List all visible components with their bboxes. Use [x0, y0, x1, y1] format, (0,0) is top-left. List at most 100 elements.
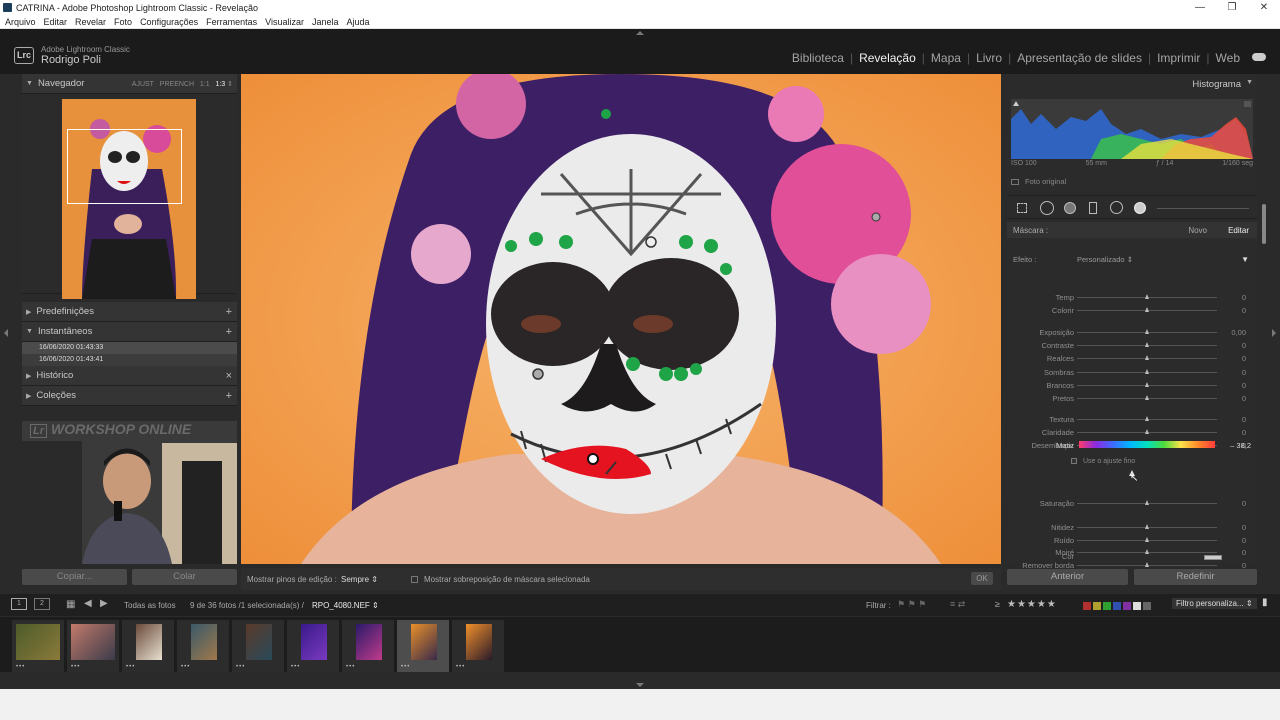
top-panel-toggle-icon[interactable]: [636, 31, 644, 35]
slider-knob[interactable]: [1144, 537, 1149, 542]
original-photo-toggle[interactable]: Foto original: [1011, 177, 1066, 186]
snapshot-item[interactable]: 16/06/2020 01:43:33: [22, 342, 237, 354]
slider-ruido[interactable]: Ruído 0: [1007, 536, 1252, 546]
edit-filter-icons[interactable]: ≡ ⇄: [950, 599, 965, 610]
radial-filter-icon[interactable]: [1110, 201, 1123, 214]
navigator-zoom-rect[interactable]: [67, 129, 182, 204]
filmstrip-thumbnail[interactable]: •••: [67, 620, 119, 672]
color-label-swatch[interactable]: [1143, 602, 1151, 610]
module-livro[interactable]: Livro: [976, 51, 1002, 65]
previous-button[interactable]: Anterior: [1007, 569, 1128, 585]
ok-button[interactable]: OK: [971, 572, 993, 585]
filter-preset-select[interactable]: Filtro personaliza... ⇕: [1172, 598, 1257, 609]
slider-knob[interactable]: [1144, 329, 1149, 334]
cloud-sync-icon[interactable]: [1252, 53, 1266, 61]
module-imprimir[interactable]: Imprimir: [1157, 51, 1200, 65]
menu-configuracoes[interactable]: Configurações: [140, 17, 198, 27]
slider-value[interactable]: 0: [1242, 293, 1246, 302]
slider-value[interactable]: 0: [1242, 499, 1246, 508]
zoom-fit[interactable]: AJUST: [132, 81, 154, 88]
color-swatch[interactable]: [1204, 555, 1222, 560]
checkbox-icon[interactable]: [411, 576, 418, 584]
adjustment-brush-icon[interactable]: [1134, 202, 1146, 214]
add-snapshot-icon[interactable]: +: [226, 326, 232, 338]
close-button[interactable]: ✕: [1248, 0, 1280, 15]
mask-new-button[interactable]: Novo: [1188, 226, 1207, 235]
color-label-swatch[interactable]: [1113, 602, 1121, 610]
slider-value[interactable]: 0: [1242, 415, 1246, 424]
zoom-1-1[interactable]: 1:1: [200, 81, 210, 88]
source-label[interactable]: Todas as fotos: [124, 601, 176, 610]
slider-saturacao[interactable]: Saturação 0: [1007, 499, 1252, 509]
graduated-filter-icon[interactable]: [1089, 202, 1097, 214]
flag-filter-icons[interactable]: ⚑ ⚑ ⚑: [897, 599, 926, 610]
zoom-fill[interactable]: PREENCH: [160, 81, 194, 88]
slider-knob[interactable]: [1144, 342, 1149, 347]
slider-value[interactable]: 0: [1242, 381, 1246, 390]
slider-value[interactable]: 0: [1242, 394, 1246, 403]
mask-overlay-toggle[interactable]: Mostrar sobreposição de máscara selecion…: [411, 575, 590, 584]
menu-visualizar[interactable]: Visualizar: [265, 17, 304, 27]
slider-value[interactable]: 0: [1242, 536, 1246, 545]
slider-value[interactable]: 0: [1242, 341, 1246, 350]
filmstrip-thumbnail[interactable]: •••: [342, 620, 394, 672]
zoom-1-3[interactable]: 1:3: [215, 81, 225, 88]
slider-claridade[interactable]: Claridade 0: [1007, 428, 1252, 438]
snapshot-item[interactable]: 16/06/2020 01:43:41: [22, 354, 237, 366]
paste-settings-button[interactable]: Colar: [132, 569, 237, 585]
highlight-clip-icon[interactable]: [1244, 101, 1251, 107]
snapshots-header[interactable]: ▼ Instantâneos +: [22, 322, 237, 342]
filter-lock-icon[interactable]: ▮: [1262, 597, 1268, 608]
slider-knob[interactable]: [1144, 369, 1149, 374]
color-label-swatch[interactable]: [1133, 602, 1141, 610]
rating-operator[interactable]: ≥: [995, 599, 1000, 609]
slider-textura[interactable]: Textura 0: [1007, 415, 1252, 425]
clear-history-icon[interactable]: ×: [226, 370, 232, 382]
slider-value[interactable]: 0: [1242, 368, 1246, 377]
back-arrow-icon[interactable]: ◀: [84, 598, 92, 609]
slider-brancos[interactable]: Brancos 0: [1007, 381, 1252, 391]
filmstrip-thumbnail[interactable]: •••: [177, 620, 229, 672]
module-web[interactable]: Web: [1216, 51, 1240, 65]
slider-knob[interactable]: [1144, 500, 1149, 505]
slider-sombras[interactable]: Sombras 0: [1007, 368, 1252, 378]
slider-contraste[interactable]: Contraste 0: [1007, 341, 1252, 351]
add-collection-icon[interactable]: +: [226, 390, 232, 402]
slider-value[interactable]: 0,00: [1231, 328, 1246, 337]
photo-canvas[interactable]: [241, 74, 1001, 564]
slider-value[interactable]: 0: [1242, 428, 1246, 437]
slider-value[interactable]: 0: [1242, 306, 1246, 315]
spot-removal-icon[interactable]: [1040, 201, 1054, 215]
slider-knob[interactable]: [1144, 524, 1149, 529]
effect-collapse-icon[interactable]: ▼: [1241, 255, 1249, 264]
filmstrip-thumbnail[interactable]: •••: [287, 620, 339, 672]
slider-knob[interactable]: [1144, 416, 1149, 421]
hue-gradient-track[interactable]: [1079, 441, 1215, 448]
histogram-header[interactable]: Histograma ▼: [1007, 74, 1257, 92]
menu-revelar[interactable]: Revelar: [75, 17, 106, 27]
slider-knob[interactable]: [1144, 355, 1149, 360]
navigator-preview[interactable]: [22, 94, 237, 299]
maximize-button[interactable]: ❐: [1216, 0, 1248, 15]
slider-value[interactable]: 0: [1242, 354, 1246, 363]
effect-preset-select[interactable]: Personalizado ⇕: [1077, 255, 1133, 264]
slider-knob[interactable]: [1144, 382, 1149, 387]
menu-ferramentas[interactable]: Ferramentas: [206, 17, 257, 27]
minimize-button[interactable]: —: [1184, 0, 1216, 15]
histogram-graph[interactable]: [1011, 99, 1253, 159]
slider-colorir[interactable]: Colorir 0: [1007, 306, 1252, 316]
menu-foto[interactable]: Foto: [114, 17, 132, 27]
second-window-button[interactable]: 2: [34, 598, 50, 610]
color-label-swatch[interactable]: [1123, 602, 1131, 610]
menu-editar[interactable]: Editar: [44, 17, 68, 27]
slider-temp[interactable]: Temp 0: [1007, 293, 1252, 303]
mask-edit-button[interactable]: Editar: [1228, 226, 1249, 235]
menu-ajuda[interactable]: Ajuda: [347, 17, 370, 27]
menu-janela[interactable]: Janela: [312, 17, 339, 27]
module-mapa[interactable]: Mapa: [931, 51, 961, 65]
bottom-panel-toggle-icon[interactable]: [636, 683, 644, 687]
slider-realces[interactable]: Realces 0: [1007, 354, 1252, 364]
crop-tool-icon[interactable]: [1017, 203, 1027, 213]
navigator-header[interactable]: ▼ Navegador AJUST PREENCH 1:1 1:3 ⇕: [22, 74, 237, 94]
slider-knob[interactable]: [1144, 395, 1149, 400]
